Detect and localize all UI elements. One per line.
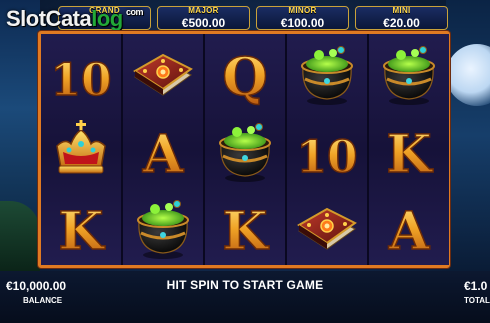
book-icon [123,36,203,113]
jackpot-mini-label: MINI [392,6,411,15]
symbol-k: K [205,190,285,267]
total-bet-value: €1.0 [464,279,488,293]
cauldron-icon [369,36,449,113]
svg-text:Q: Q [222,47,267,108]
jackpot-major-value: €500.00 [181,16,226,30]
svg-text:K: K [58,201,105,262]
svg-text:10: 10 [50,55,111,106]
balance-label: BALANCE [23,296,63,305]
svg-text:10: 10 [296,132,357,183]
cauldron-icon [205,113,285,190]
reel-frame: 10 K A Q K 10 K A [38,31,450,268]
symbol-a: A [123,113,203,190]
jackpot-minor-value: €100.00 [280,16,325,30]
symbol-k: K [369,113,449,190]
svg-text:A: A [388,201,430,262]
right-scenery [446,0,490,271]
left-scenery [0,0,40,271]
svg-text:A: A [142,124,184,185]
svg-text:K: K [222,201,269,262]
symbol-10: 10 [287,113,367,190]
total-bet-label: TOTAL [464,296,490,305]
bottom-bar: €10,000.00 BALANCE HIT SPIN TO START GAM… [0,271,490,323]
jackpot-minor: MINOR €100.00 [256,6,349,30]
status-message: HIT SPIN TO START GAME [166,278,324,292]
cauldron-icon [287,36,367,113]
symbol-q: Q [205,36,285,113]
cauldron-icon [123,190,203,267]
crown-icon [41,113,121,190]
symbol-10: 10 [41,36,121,113]
book-icon [287,190,367,267]
logo-tail-text: log [91,6,123,31]
jackpot-major-label: MAJOR [188,6,219,15]
hill-decoration [0,201,40,271]
moon-decoration [446,44,490,106]
jackpot-mini: MINI €20.00 [355,6,448,30]
logo-suffix-text: com [126,7,144,17]
symbol-k: K [41,190,121,267]
watermark-logo: SlotCatalog com [6,6,144,32]
jackpot-minor-label: MINOR [288,6,317,15]
jackpot-major: MAJOR €500.00 [157,6,250,30]
svg-text:K: K [386,124,433,185]
symbol-a: A [369,190,449,267]
logo-main-text: SlotCata [6,6,92,31]
jackpot-mini-value: €20.00 [383,16,420,30]
